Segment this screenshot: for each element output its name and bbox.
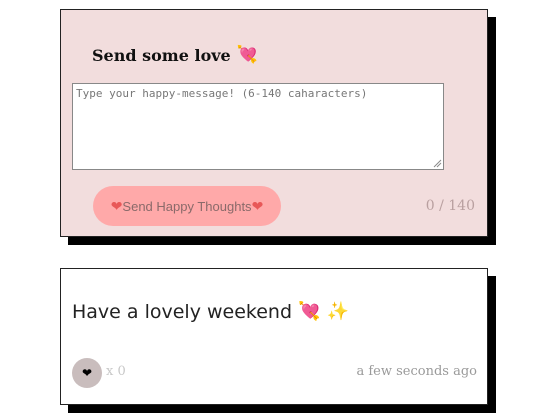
message-text-content: Have a lovely weekend bbox=[72, 301, 293, 323]
resize-handle-icon[interactable] bbox=[432, 158, 442, 168]
form-title: Send some love 💘 bbox=[92, 46, 258, 65]
happy-thought-card: Have a lovely weekend 💘 ✨ ❤ x 0 a few se… bbox=[60, 268, 488, 405]
timestamp: a few seconds ago bbox=[356, 364, 477, 379]
heart-with-arrow-icon: 💘 bbox=[298, 301, 321, 322]
send-happy-thoughts-button[interactable]: ❤ Send Happy Thoughts ❤ bbox=[93, 186, 281, 226]
heart-icon: ❤ bbox=[110, 198, 123, 214]
like-button[interactable]: ❤ bbox=[72, 358, 102, 388]
sparkles-icon: ✨ bbox=[326, 301, 349, 322]
heart-icon: ❤ bbox=[251, 198, 264, 214]
form-title-text: Send some love bbox=[92, 46, 231, 65]
heart-icon: ❤ bbox=[81, 366, 93, 380]
like-count: x 0 bbox=[106, 364, 126, 379]
happy-thought-form: Send some love 💘 ❤ Send Happy Thoughts ❤… bbox=[60, 9, 488, 237]
character-counter: 0 / 140 bbox=[425, 198, 475, 214]
message-text: Have a lovely weekend 💘 ✨ bbox=[72, 301, 349, 323]
heart-with-arrow-icon: 💘 bbox=[236, 45, 258, 65]
send-button-label: Send Happy Thoughts bbox=[122, 198, 252, 214]
message-textarea[interactable] bbox=[72, 83, 444, 170]
